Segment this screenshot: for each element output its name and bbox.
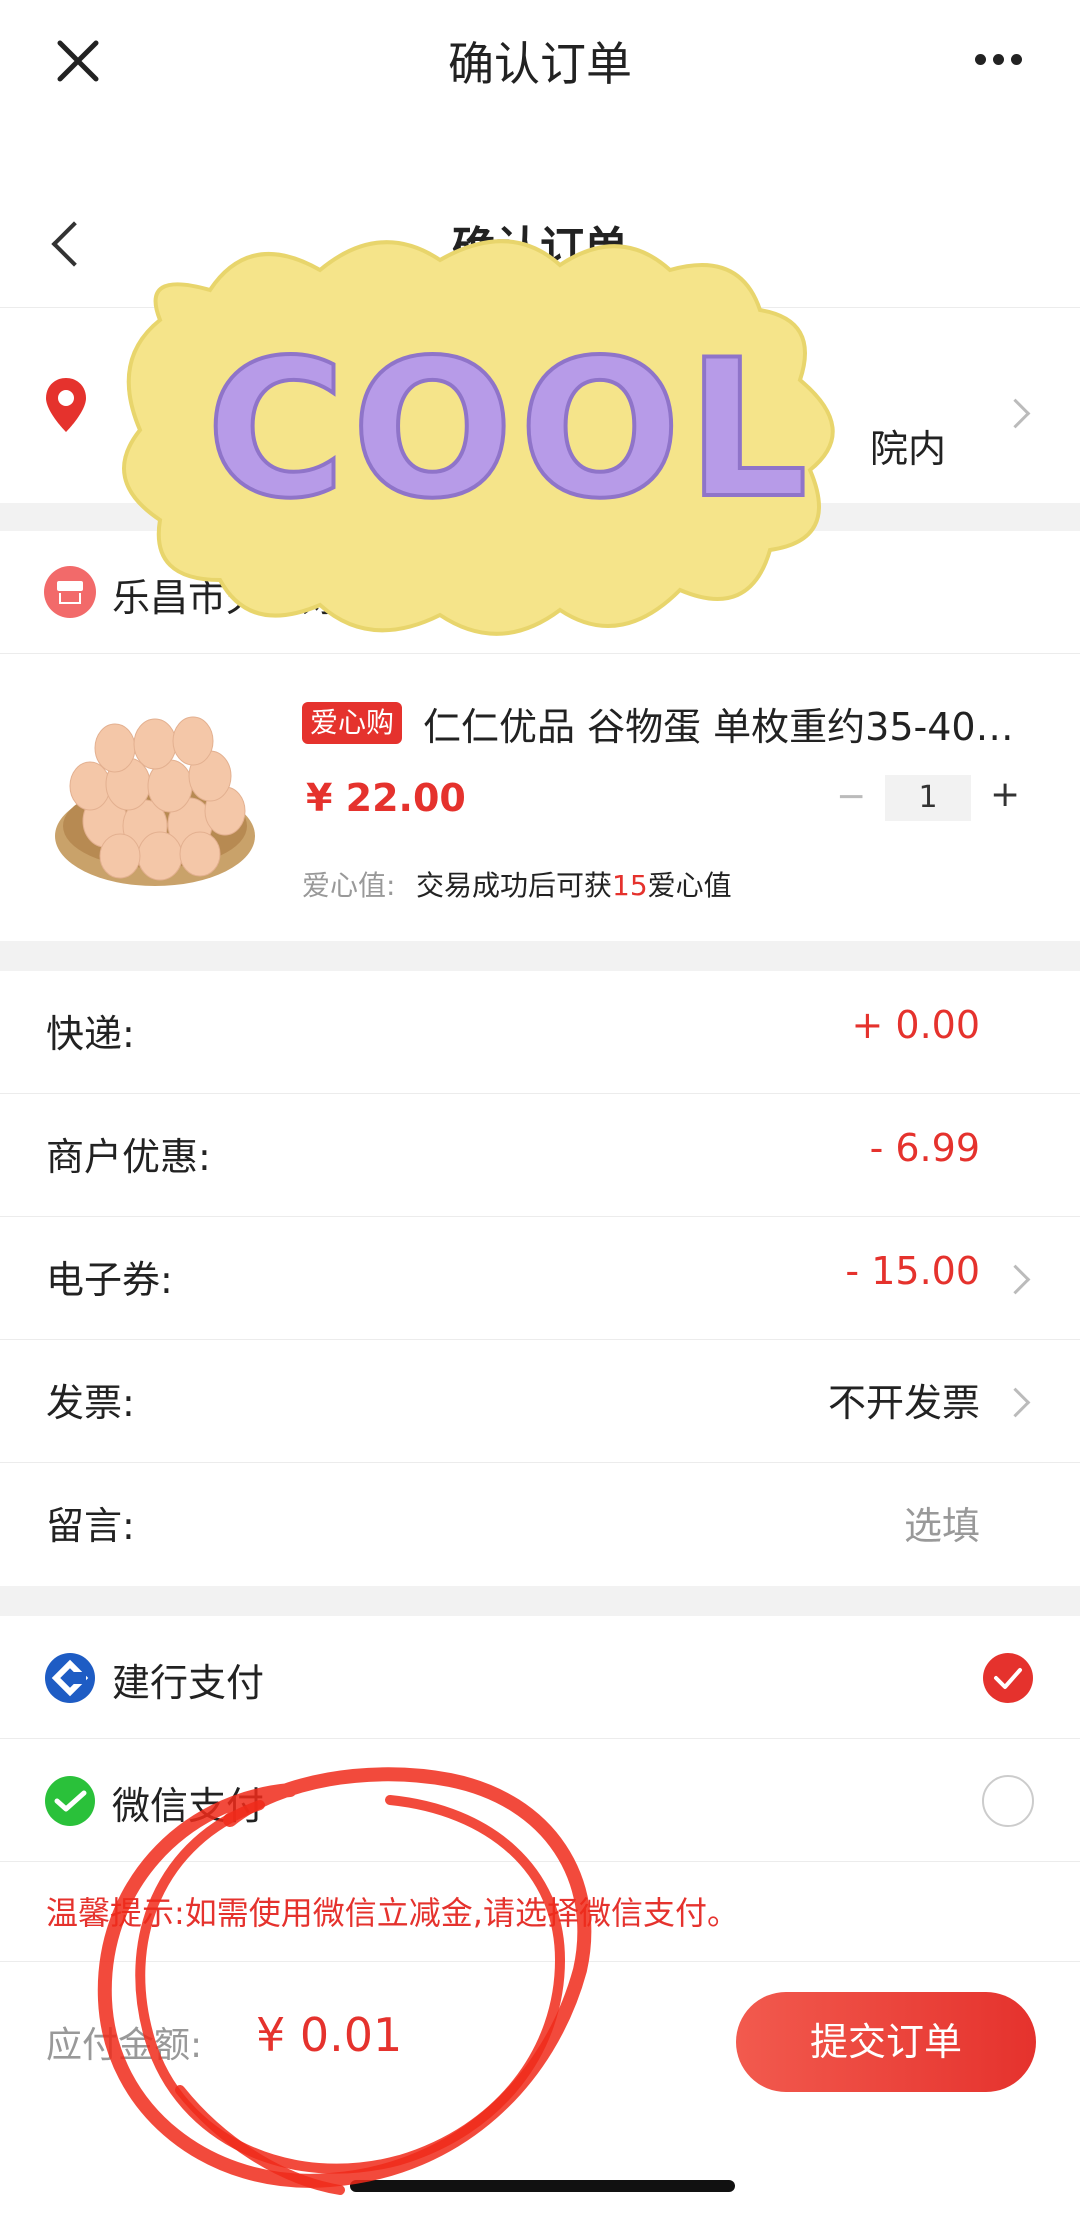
message-row: 留言: 选填: [0, 1463, 1080, 1586]
love-value-suffix: 爱心值: [647, 869, 732, 902]
top-bar: 确认订单: [0, 0, 1080, 118]
location-pin-icon: [46, 378, 86, 432]
cool-sticker-text: COOL: [206, 319, 814, 540]
love-value-number: 15: [612, 869, 648, 902]
e-coupon-chevron-icon: [1000, 1264, 1031, 1295]
shipping-value: + 0.00: [851, 1003, 980, 1047]
invoice-chevron-icon: [1000, 1387, 1031, 1418]
merchant-discount-label: 商户优惠:: [46, 1135, 211, 1179]
top-bar-title: 确认订单: [448, 37, 632, 91]
ccb-logo-icon: [45, 1653, 95, 1703]
red-circle-annotation: [97, 1767, 592, 2195]
checkmark-selected-icon[interactable]: [982, 1652, 1034, 1704]
more-icon[interactable]: [975, 54, 1023, 66]
love-value-prefix: 交易成功后可获: [416, 869, 613, 902]
quantity-plus-button[interactable]: +: [990, 774, 1020, 815]
product-price: ¥ 22.00: [306, 776, 466, 820]
product-image[interactable]: [50, 696, 260, 896]
address-chevron-icon: [1000, 398, 1031, 429]
message-input[interactable]: 选填: [904, 1495, 980, 1550]
e-coupon-value: - 15.00: [845, 1249, 980, 1293]
shipping-label: 快递:: [46, 1012, 135, 1056]
message-label: 留言:: [46, 1504, 135, 1548]
merchant-discount-row: 商户优惠: - 6.99: [0, 1094, 1080, 1217]
product-title: 仁仁优品 谷物蛋 单枚重约35-40…: [423, 705, 1014, 749]
ccb-label: 建行支付: [112, 1661, 265, 1705]
love-value-text: 交易成功后可获15爱心值: [416, 864, 732, 904]
invoice-label: 发票:: [46, 1381, 135, 1425]
product-tag: 爱心购: [302, 702, 403, 744]
quantity-minus-button[interactable]: −: [836, 776, 866, 817]
cool-sticker: COOL: [122, 239, 835, 636]
payment-option-ccb[interactable]: 建行支付: [0, 1616, 1080, 1739]
love-value-label: 爱心值:: [302, 869, 396, 902]
shop-icon: [44, 566, 96, 618]
quantity-value[interactable]: 1: [885, 775, 971, 821]
shipping-row: 快递: + 0.00: [0, 971, 1080, 1094]
merchant-discount-value: - 6.99: [869, 1126, 980, 1170]
invoice-row[interactable]: 发票: 不开发票: [0, 1340, 1080, 1463]
e-coupon-row[interactable]: 电子券: - 15.00: [0, 1217, 1080, 1340]
radio-unselected-icon[interactable]: [982, 1775, 1034, 1827]
product-row: 爱心购 仁仁优品 谷物蛋 单枚重约35-40… ¥ 22.00 − 1 + 爱心…: [0, 654, 1080, 941]
e-coupon-label: 电子券:: [46, 1258, 173, 1302]
invoice-value: 不开发票: [827, 1381, 980, 1425]
submit-order-button[interactable]: 提交订单: [736, 1992, 1036, 2092]
